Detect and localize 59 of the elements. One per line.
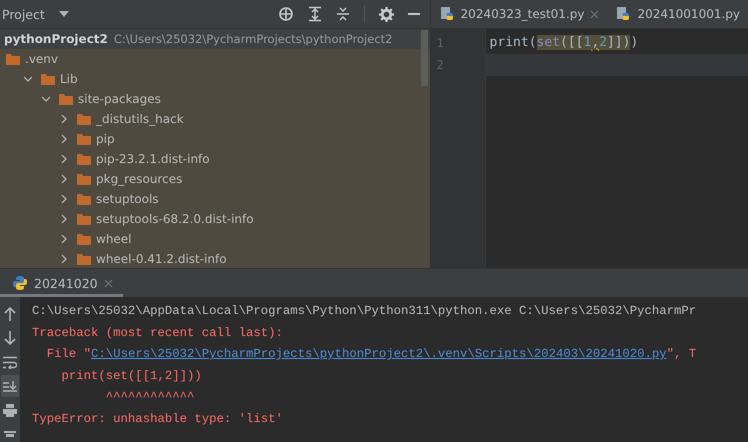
error-text: File " — [46, 346, 92, 364]
error-line: Traceback (most recent call last): — [32, 324, 284, 342]
folder-icon — [77, 114, 91, 124]
code-line: print(set([[1,2]])) — [488, 34, 640, 52]
tree-row[interactable]: Lib — [0, 69, 430, 89]
chevron-icon[interactable] — [60, 155, 68, 163]
tree-row[interactable]: wheel — [0, 229, 430, 249]
python-file-icon — [617, 6, 632, 22]
folder-icon — [77, 194, 91, 204]
error-line: TypeError: unhashable type: 'list' — [32, 410, 284, 428]
folder-icon — [59, 94, 73, 104]
chevron-icon[interactable] — [60, 235, 68, 243]
tree-row[interactable]: _distutils_hack — [0, 109, 430, 129]
editor-tab[interactable]: 20240323_test01.py — [430, 0, 608, 28]
folder-icon — [77, 214, 91, 224]
tree-row[interactable]: setuptools — [0, 189, 430, 209]
tree-row[interactable]: .venv — [0, 49, 430, 69]
chevron-icon[interactable] — [60, 115, 68, 123]
folder-icon — [77, 234, 91, 244]
close-icon[interactable] — [590, 10, 600, 18]
folder-icon — [77, 154, 91, 164]
expand-all-icon[interactable] — [308, 6, 322, 22]
panel-title[interactable]: Project — [2, 6, 45, 22]
scroll-end-icon[interactable] — [1, 375, 19, 397]
tree-row[interactable]: pip-23.2.1.dist-info — [0, 149, 430, 169]
console-line: C:\Users\25032\AppData\Local\Programs\Python\Python311\python.exe C:\Users\25032\PycharmPr — [32, 303, 698, 320]
tree-row[interactable]: wheel-0.41.2.dist-info — [0, 249, 430, 268]
collapse-all-icon[interactable] — [336, 6, 350, 22]
folder-icon — [77, 254, 91, 264]
file-link[interactable]: C:\Users\25032\PycharmProjects\pythonProject2\.venv\Scripts\202403\20241020.py — [91, 344, 667, 366]
error-line: ^^^^^^^^^^^^ — [104, 389, 196, 406]
chevron-icon[interactable] — [60, 255, 68, 263]
settings-icon[interactable] — [378, 6, 394, 22]
tree-row[interactable]: site-packages — [0, 89, 430, 109]
python-file-icon — [440, 6, 455, 22]
chevron-icon[interactable] — [60, 195, 68, 203]
tree-row[interactable]: pythonProject2 C:\Users\25032\PycharmProjects\pythonProject2 — [0, 29, 430, 49]
error-text: ", T — [666, 346, 696, 364]
scrollbar[interactable] — [420, 30, 428, 86]
tree-row[interactable]: pip — [0, 129, 430, 149]
chevron-icon[interactable] — [60, 135, 68, 143]
chevron-icon[interactable] — [24, 75, 32, 83]
tree-row[interactable]: setuptools-68.2.0.dist-info — [0, 209, 430, 229]
close-icon[interactable] — [104, 278, 113, 288]
chevron-icon[interactable] — [60, 215, 68, 223]
chevron-icon[interactable] — [60, 175, 68, 183]
minimize-icon[interactable] — [408, 12, 420, 16]
editor-tab[interactable]: 20241001001.py — [607, 0, 748, 28]
chevron-icon[interactable] — [42, 95, 50, 103]
dropdown-caret-icon[interactable] — [58, 11, 69, 17]
folder-icon — [77, 174, 91, 184]
run-tab[interactable]: 20241020 — [0, 269, 123, 297]
folder-icon — [41, 74, 55, 84]
error-line: print(set([[1,2]])) — [60, 368, 203, 385]
folder-icon — [6, 54, 20, 64]
folder-icon — [77, 134, 91, 144]
crosshair-icon[interactable] — [278, 6, 294, 22]
python-icon — [12, 275, 28, 291]
tree-row[interactable]: pkg_resources — [0, 169, 430, 189]
